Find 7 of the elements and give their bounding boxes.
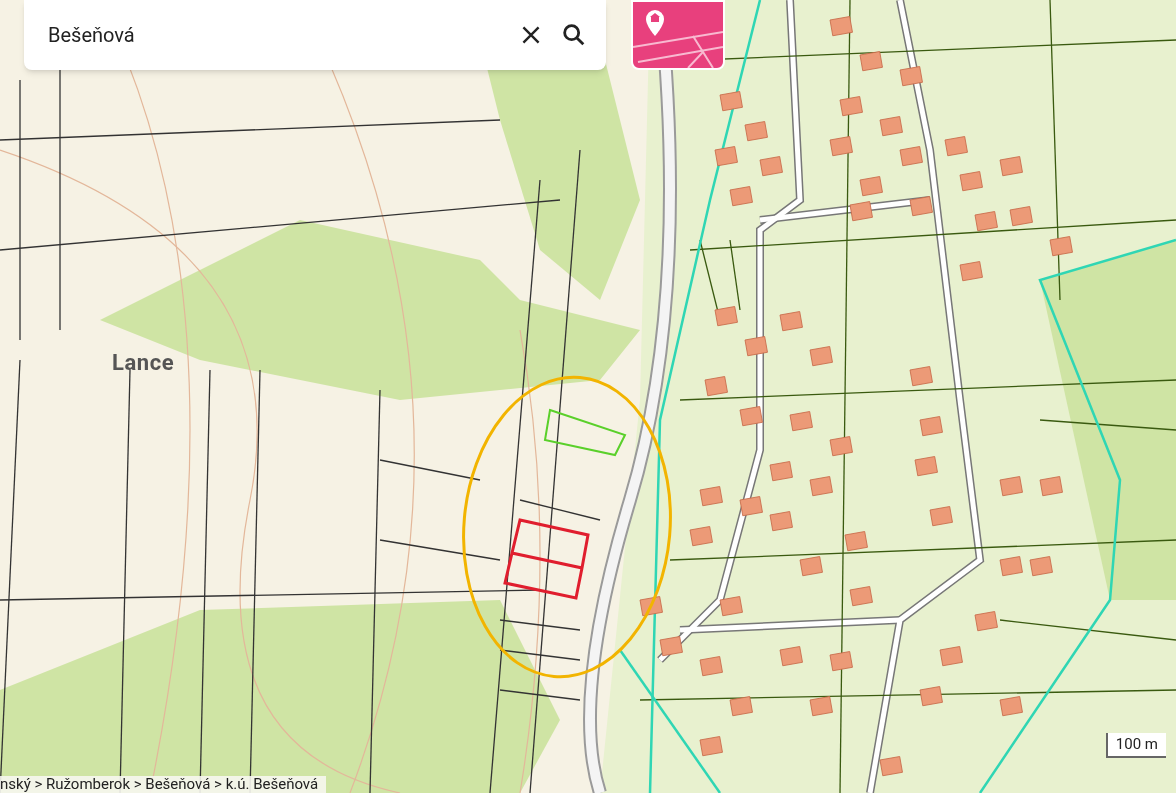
search-field[interactable]: Bešeňová bbox=[24, 0, 606, 70]
search-input[interactable]: Bešeňová bbox=[48, 20, 502, 50]
place-label: Lance bbox=[112, 349, 175, 377]
scale-bar: 100 m bbox=[1105, 733, 1166, 758]
map-layer-button[interactable] bbox=[631, 0, 725, 70]
breadcrumb: nský > Ružomberok > Bešeňová > k.ú. Bešeňová bbox=[0, 776, 327, 793]
map-drawing[interactable] bbox=[0, 0, 1176, 793]
